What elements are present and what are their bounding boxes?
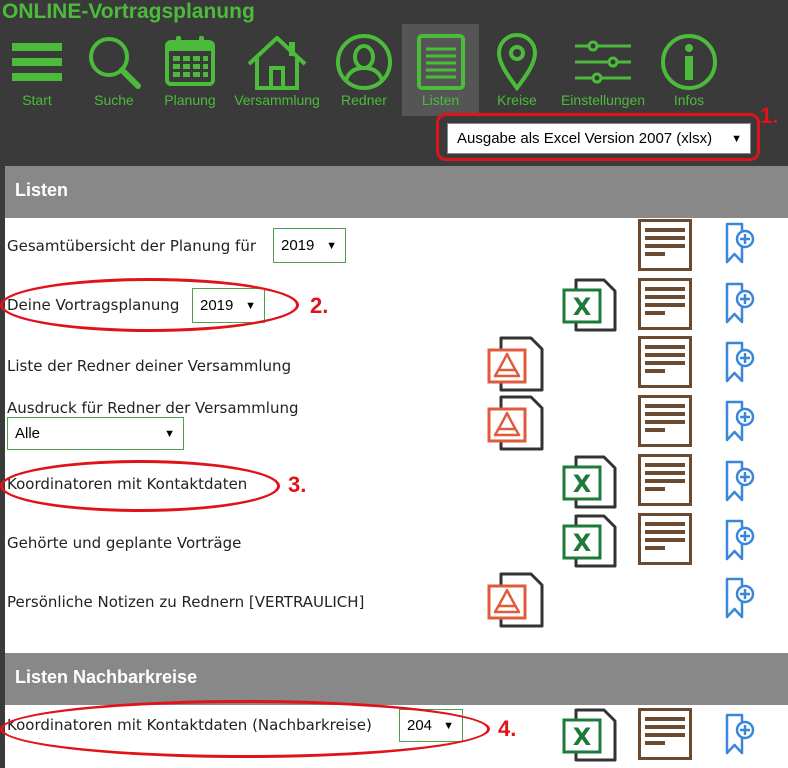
year-select-value: 2019 — [281, 237, 315, 254]
nav-redner[interactable]: Redner — [328, 24, 400, 116]
nav-infos-label: Infos — [673, 92, 705, 108]
speaker-select[interactable]: Alle ▼ — [7, 417, 184, 450]
nav-listen-label: Listen — [421, 92, 460, 108]
bookmark-add-icon[interactable] — [723, 519, 757, 561]
annotation-circle-3 — [0, 460, 280, 512]
section-title: Listen — [15, 180, 69, 200]
hamburger-icon — [12, 43, 62, 81]
pdf-icon[interactable] — [487, 336, 545, 392]
nav-suche-label: Suche — [94, 92, 134, 108]
nav-planung-label: Planung — [164, 92, 216, 108]
annotation-4: 4. — [498, 716, 517, 741]
document-icon[interactable] — [638, 395, 692, 447]
bookmark-add-icon[interactable] — [723, 577, 757, 619]
year-select[interactable]: 2019 ▼ — [273, 228, 346, 263]
nav-infos[interactable]: Infos — [653, 24, 725, 116]
row-label: Ausdruck für Redner der Versammlung — [7, 399, 299, 417]
svg-text:X: X — [573, 293, 592, 321]
nav-listen[interactable]: Listen — [402, 24, 479, 116]
pdf-icon[interactable] — [487, 572, 545, 628]
nav-redner-label: Redner — [341, 92, 387, 108]
calendar-icon — [165, 36, 215, 86]
nav-einstellungen[interactable]: Einstellungen — [555, 24, 651, 116]
document-icon[interactable] — [638, 219, 692, 271]
row-label: Gehörte und geplante Vorträge — [7, 534, 242, 552]
chevron-down-icon: ▼ — [164, 427, 175, 440]
svg-text:X: X — [573, 529, 592, 557]
bookmark-add-icon[interactable] — [723, 341, 757, 383]
nav-suche[interactable]: Suche — [76, 24, 152, 116]
row-label: Liste der Redner deiner Versammlung — [7, 357, 292, 375]
svg-text:X: X — [573, 723, 592, 751]
section-header-listen: Listen — [5, 166, 788, 218]
svg-text:X: X — [573, 470, 592, 498]
info-icon — [661, 34, 717, 90]
nav-start-label: Start — [22, 92, 52, 108]
document-icon[interactable] — [638, 454, 692, 506]
nav-start[interactable]: Start — [0, 24, 74, 116]
chevron-down-icon: ▼ — [326, 239, 337, 252]
bookmark-add-icon[interactable] — [723, 222, 757, 264]
person-icon — [336, 34, 392, 90]
annotation-1: 1. — [760, 103, 779, 128]
excel-icon[interactable]: X — [562, 708, 618, 762]
document-icon[interactable] — [638, 336, 692, 388]
row-label: Gesamtübersicht der Planung für — [7, 237, 257, 255]
excel-icon[interactable]: X — [562, 455, 618, 509]
row-label: Persönliche Notizen zu Rednern [VERTRAUL… — [7, 593, 365, 611]
document-icon[interactable] — [638, 513, 692, 565]
sliders-icon — [575, 40, 631, 84]
house-icon — [247, 36, 307, 90]
section-header-nachbarkreise: Listen Nachbarkreise — [5, 653, 788, 705]
document-icon[interactable] — [638, 278, 692, 330]
location-pin-icon — [496, 33, 538, 92]
speaker-select-value: Alle — [15, 425, 41, 442]
bookmark-add-icon[interactable] — [723, 282, 757, 324]
section-title: Listen Nachbarkreise — [15, 667, 198, 687]
list-icon — [416, 34, 465, 90]
document-icon[interactable] — [638, 708, 692, 760]
bookmark-add-icon[interactable] — [723, 460, 757, 502]
bookmark-add-icon[interactable] — [723, 713, 757, 755]
nav-einstellungen-label: Einstellungen — [560, 92, 646, 108]
bookmark-add-icon[interactable] — [723, 400, 757, 442]
annotation-circle-1 — [436, 113, 760, 161]
excel-icon[interactable]: X — [562, 278, 618, 332]
annotation-2: 2. — [310, 293, 329, 318]
search-icon — [89, 37, 141, 89]
nav-planung[interactable]: Planung — [154, 24, 226, 116]
nav-versammlung[interactable]: Versammlung — [228, 24, 326, 116]
nav-kreise[interactable]: Kreise — [481, 24, 553, 116]
nav-kreise-label: Kreise — [497, 92, 537, 108]
nav-versammlung-label: Versammlung — [234, 92, 320, 108]
annotation-circle-4 — [0, 700, 490, 758]
pdf-icon[interactable] — [487, 395, 545, 451]
annotation-circle-2 — [0, 278, 299, 332]
app-title: ONLINE-Vortragsplanung — [2, 0, 255, 23]
annotation-3: 3. — [288, 472, 307, 497]
excel-icon[interactable]: X — [562, 514, 618, 568]
